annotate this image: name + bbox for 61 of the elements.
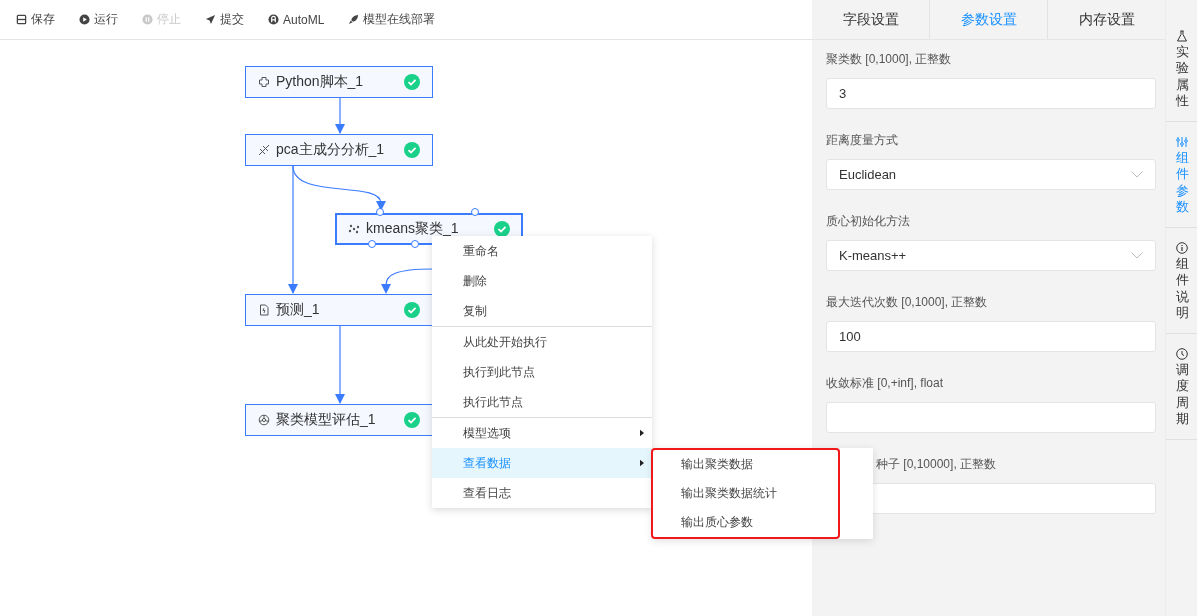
- workflow-node[interactable]: pca主成分分析_1: [245, 134, 433, 166]
- flask-icon: [1176, 30, 1188, 42]
- clock-icon: [1176, 348, 1188, 360]
- node-label: pca主成分分析_1: [276, 141, 385, 159]
- input-field[interactable]: 3: [826, 78, 1156, 109]
- cluster-icon: [348, 223, 360, 235]
- side-tab[interactable]: 组件说明: [1166, 228, 1197, 334]
- select-field[interactable]: K-means++: [826, 240, 1156, 271]
- field-label: 种子 [0,10000], 正整数: [875, 456, 998, 473]
- connector-arrow: [381, 268, 434, 294]
- menu-item[interactable]: 删除: [432, 266, 652, 296]
- node-label: 聚类模型评估_1: [276, 411, 376, 429]
- field-label: 收敛标准 [0,+inf], float: [826, 375, 945, 392]
- workflow-node[interactable]: Python脚本_1: [245, 66, 433, 98]
- sliders-icon: [1176, 136, 1188, 148]
- save-icon: [16, 14, 27, 25]
- port-handle[interactable]: [411, 240, 419, 248]
- select-field[interactable]: Euclidean: [826, 159, 1156, 190]
- puzzle-icon: [258, 76, 270, 88]
- toolbar-button[interactable]: 运行: [73, 7, 124, 32]
- port-handle[interactable]: [471, 208, 479, 216]
- menu-item[interactable]: 查看日志: [432, 478, 652, 508]
- port-handle[interactable]: [376, 208, 384, 216]
- play-icon: [79, 14, 90, 25]
- node-label: kmeans聚类_1: [366, 220, 459, 238]
- node-label: Python脚本_1: [276, 73, 364, 91]
- field-label: 距离度量方式: [826, 132, 899, 149]
- menu-item[interactable]: 输出聚类数据: [653, 450, 838, 479]
- chevron-down-icon: [1131, 252, 1143, 259]
- port-handle[interactable]: [368, 240, 376, 248]
- automl-icon: [268, 14, 279, 25]
- menu-item[interactable]: 执行此节点: [432, 387, 652, 417]
- node-label: 预测_1: [276, 301, 320, 319]
- side-tab[interactable]: 调度周期: [1166, 334, 1197, 440]
- toolbar-button[interactable]: AutoML: [262, 8, 331, 31]
- document-icon: [258, 304, 270, 316]
- toolbar-button[interactable]: 模型在线部署: [342, 7, 442, 32]
- rocket-icon: [348, 14, 360, 25]
- pause-icon: [142, 14, 153, 25]
- toolbar-button[interactable]: 保存: [10, 7, 61, 32]
- side-tab[interactable]: 实验属性: [1166, 0, 1197, 122]
- workflow-node[interactable]: 聚类模型评估_1: [245, 404, 433, 436]
- field-label: 最大迭代次数 [0,1000], 正整数: [826, 294, 989, 311]
- input-field[interactable]: 100: [826, 321, 1156, 352]
- gauge-icon: [258, 414, 270, 426]
- scatter-icon: [258, 144, 270, 156]
- workflow-node[interactable]: 预测_1: [245, 294, 433, 326]
- menu-item[interactable]: 输出质心参数: [653, 508, 838, 537]
- field-label: 质心初始化方法: [826, 213, 911, 230]
- toolbar-button[interactable]: 提交: [199, 7, 250, 32]
- chevron-down-icon: [1131, 171, 1143, 178]
- info-icon: [1176, 242, 1188, 254]
- send-icon: [205, 14, 216, 25]
- menu-item[interactable]: 复制: [432, 296, 652, 326]
- menu-item[interactable]: 执行到此节点: [432, 357, 652, 387]
- connector-arrow: [335, 95, 345, 134]
- field-label: 聚类数 [0,1000], 正整数: [826, 51, 953, 68]
- menu-item[interactable]: 从此处开始执行: [432, 327, 652, 357]
- input-field[interactable]: [826, 402, 1156, 433]
- menu-item[interactable]: 模型选项: [432, 418, 652, 448]
- menu-item[interactable]: 输出聚类数据统计: [653, 479, 838, 508]
